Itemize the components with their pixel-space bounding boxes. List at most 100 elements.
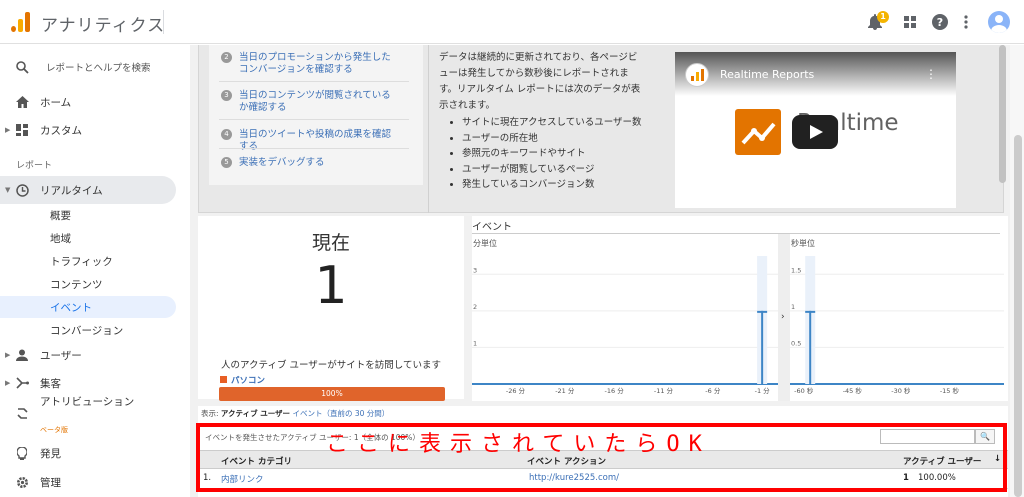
list-item: ユーザーが閲覧しているページ — [462, 162, 652, 178]
annotation-text: ここに表示されていたらOK — [326, 432, 711, 457]
event-category-link[interactable]: 内部リンク — [221, 473, 264, 485]
sidebar-sub-content[interactable]: コンテンツ — [0, 273, 176, 295]
sidebar-item-custom[interactable]: ▶ カスタム — [0, 117, 176, 143]
view-alt-option[interactable]: イベント（直前の 30 分間） — [292, 409, 389, 418]
step-number: 3 — [221, 90, 232, 101]
sidebar-item-discover[interactable]: 発見 — [0, 440, 176, 466]
sidebar-sub-overview[interactable]: 概要 — [0, 204, 176, 226]
table-row: 1. 内部リンク http://kure2525.com/ 1 100.00% — [198, 469, 1008, 489]
step-link[interactable]: 4 当日のツイートや投稿の成果を確認する — [221, 129, 396, 153]
per-second-chart-svg: 0.5 1 1.5 -60 秒 -45 秒 -30 秒 -15 秒 — [790, 256, 1004, 395]
sidebar: レポートとヘルプを検索 ホーム ▶ カスタム レポート ▼ リアルタイム 概要 … — [0, 45, 190, 497]
steps-list: 2 当日のプロモーションから発生したコンバージョンを確認する 3 当日のコンテン… — [209, 45, 423, 185]
per-minute-chart: 分単位 1 2 3 -26 分 -21 分 -16 分 -11 分 -6 分 -1 分 — [472, 234, 778, 401]
video-player[interactable]: Realtime Reports ⋮ Realtime — [675, 52, 956, 208]
now-panel: 現在 1 人のアクティブ ユーザーがサイトを訪問しています パソコン 100% — [198, 216, 464, 401]
sidebar-sub-label: コンテンツ — [50, 278, 103, 291]
sidebar-item-label: アトリビューション — [40, 396, 135, 408]
view-active-option[interactable]: アクティブ ユーザー — [221, 409, 290, 418]
app-title: アナリティクス — [41, 16, 166, 36]
row-users: 1 — [903, 473, 909, 483]
step-divider — [219, 81, 409, 82]
row-percent: 100.00% — [918, 473, 956, 483]
event-action-link[interactable]: http://kure2525.com/ — [529, 473, 619, 483]
sidebar-search[interactable]: レポートとヘルプを検索 — [0, 54, 176, 80]
search-icon[interactable]: 🔍 — [975, 429, 995, 444]
x-tick-label: -26 分 — [506, 386, 526, 395]
clock-icon — [14, 182, 30, 198]
sidebar-sub-traffic[interactable]: トラフィック — [0, 250, 176, 272]
bar-stem — [761, 310, 764, 384]
sidebar-item-users[interactable]: ▶ ユーザー — [0, 342, 176, 368]
sidebar-sub-events[interactable]: イベント — [0, 296, 176, 318]
sidebar-item-realtime[interactable]: ▼ リアルタイム — [0, 176, 176, 204]
help-icon[interactable]: ? — [931, 13, 949, 31]
sidebar-item-label: 集客 — [40, 377, 61, 390]
step-text: 当日のプロモーションから発生したコンバージョンを確認する — [239, 52, 391, 75]
sidebar-item-admin[interactable]: 管理 — [0, 469, 176, 495]
view-selector: 表示: アクティブ ユーザー イベント（直前の 30 分間） — [201, 408, 389, 419]
sidebar-sub-label: コンバージョン — [50, 324, 124, 337]
chart-title: 秒単位 — [791, 239, 815, 248]
avatar[interactable] — [988, 11, 1010, 33]
step-link[interactable]: 2 当日のプロモーションから発生したコンバージョンを確認する — [221, 52, 396, 76]
list-item: 参照元のキーワードやサイト — [462, 146, 652, 162]
sort-arrow-icon[interactable]: ↓ — [994, 454, 1001, 464]
sidebar-item-acquisition[interactable]: ▶ 集客 — [0, 370, 176, 396]
channel-icon — [685, 63, 709, 87]
sidebar-item-home[interactable]: ホーム — [0, 89, 176, 115]
y-tick-label: 1.5 — [791, 266, 801, 274]
analytics-logo-icon — [11, 12, 31, 32]
table-search-input[interactable] — [880, 429, 975, 444]
step-text: 当日のコンテンツが閲覧されているか確認する — [239, 90, 391, 113]
collapse-arrow-icon: ▼ — [5, 186, 11, 194]
step-number: 4 — [221, 129, 232, 140]
video-title: Realtime Reports — [720, 68, 815, 81]
page-scrollbar[interactable] — [1014, 135, 1022, 497]
expand-arrow-icon: ▶ — [5, 351, 11, 359]
title-divider — [163, 10, 164, 34]
step-link[interactable]: 5 実装をデバッグする — [221, 157, 396, 169]
apps-grid-icon[interactable] — [901, 13, 919, 31]
y-tick-label: 3 — [473, 266, 477, 274]
sidebar-item-label: リアルタイム — [40, 184, 103, 197]
sidebar-item-label: 管理 — [40, 476, 61, 489]
row-index: 1. — [203, 473, 212, 483]
intro-panel: 2 当日のプロモーションから発生したコンバージョンを確認する 3 当日のコンテン… — [198, 45, 1004, 213]
per-second-chart: 秒単位 0.5 1 1.5 -60 秒 -45 秒 -30 秒 -15 秒 — [790, 234, 1004, 401]
step-link[interactable]: 3 当日のコンテンツが閲覧されているか確認する — [221, 90, 396, 114]
intro-scrollbar[interactable] — [999, 45, 1006, 183]
play-button[interactable] — [792, 115, 838, 149]
x-tick-label: -60 秒 — [794, 386, 814, 395]
device-share-bar: 100% — [219, 387, 445, 401]
x-tick-label: -45 秒 — [843, 386, 863, 395]
sidebar-section-label: レポート — [16, 161, 53, 171]
events-title: イベント — [472, 222, 512, 233]
chevron-right-icon[interactable]: › — [781, 312, 785, 322]
x-tick-label: -15 秒 — [940, 386, 960, 395]
sidebar-sub-location[interactable]: 地域 — [0, 227, 176, 249]
more-vert-icon[interactable]: ⋮ — [925, 67, 937, 81]
device-legend: パソコン — [220, 374, 265, 386]
sidebar-item-attribution[interactable]: アトリビューション — [0, 396, 176, 429]
events-panel: イベント 分単位 1 2 3 -26 分 -21 分 -16 分 -11 分 -6 分 -1 分… — [472, 216, 1008, 401]
intro-description: データは継続的に更新されており、各ページビューは発生してから数秒後にレポートされ… — [439, 52, 641, 111]
lightbulb-icon — [14, 445, 30, 461]
home-icon — [14, 94, 30, 110]
column-header-category[interactable]: イベント カテゴリ — [221, 455, 292, 467]
x-tick-label: -11 分 — [654, 386, 674, 395]
sidebar-item-label: ホーム — [40, 96, 72, 109]
active-users-caption: 人のアクティブ ユーザーがサイトを訪問しています — [220, 360, 441, 371]
now-label: 現在 — [311, 232, 350, 254]
realtime-logo-icon — [735, 109, 781, 155]
more-vert-icon[interactable] — [957, 13, 975, 31]
list-item: サイトに現在アクセスしているユーザー数 — [462, 115, 652, 131]
expand-arrow-icon: ▶ — [5, 126, 11, 134]
top-bar: アナリティクス 1 ? — [0, 0, 1024, 44]
search-icon — [14, 59, 30, 75]
list-item: 発生しているコンバージョン数 — [462, 177, 652, 193]
sidebar-sub-conversions[interactable]: コンバージョン — [0, 319, 176, 341]
sidebar-search-label: レポートとヘルプを検索 — [46, 63, 151, 74]
column-header-users[interactable]: アクティブ ユーザー — [903, 455, 981, 467]
step-number: 2 — [221, 52, 232, 63]
